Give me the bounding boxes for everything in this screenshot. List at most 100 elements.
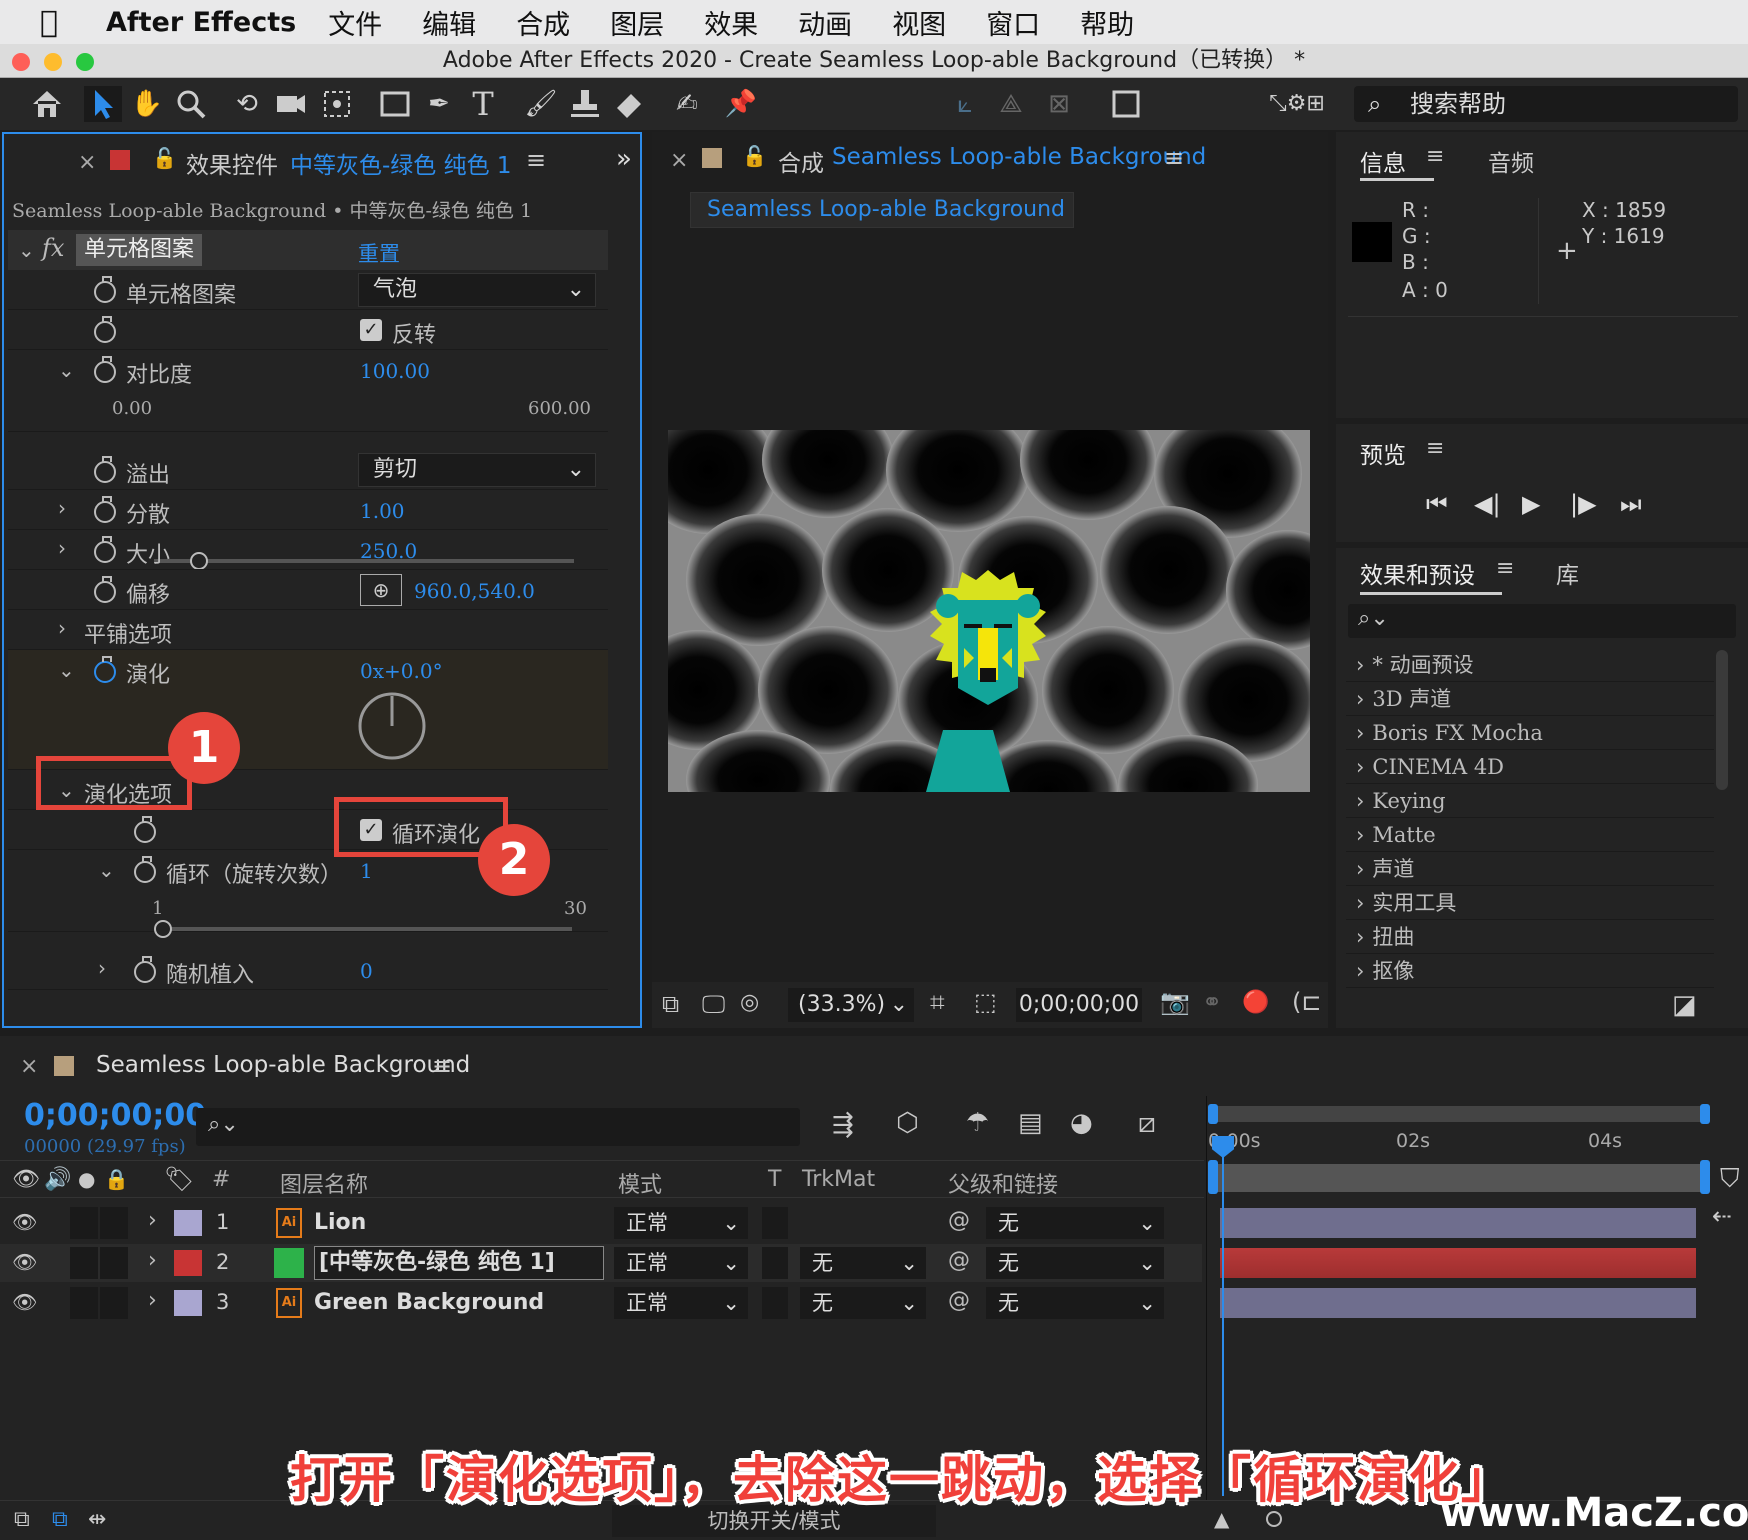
draft-3d-icon[interactable]: ⬡ bbox=[896, 1108, 919, 1138]
twirl-closed-icon[interactable]: › bbox=[1346, 925, 1372, 949]
parent-dropdown[interactable]: 无 ⌄ bbox=[986, 1207, 1164, 1239]
out-point-handle[interactable] bbox=[1700, 1160, 1710, 1194]
twirl-closed-icon[interactable]: › bbox=[1346, 653, 1372, 677]
solo-toggle[interactable] bbox=[70, 1247, 98, 1279]
layer-label-color[interactable] bbox=[174, 1210, 202, 1236]
twirl-closed-icon[interactable]: › bbox=[58, 496, 66, 520]
snapshot-camera-icon[interactable]: 📷 bbox=[1160, 988, 1190, 1016]
twirl-closed-icon[interactable]: › bbox=[1346, 959, 1372, 983]
expand-panels-icon[interactable]: » bbox=[616, 144, 632, 174]
layer-search-input[interactable]: ⌕⌄ bbox=[196, 1108, 800, 1146]
menu-layer[interactable]: 图层 bbox=[610, 3, 664, 42]
workspace-icon[interactable]: ⤡⚙⊞ bbox=[1262, 86, 1332, 122]
pattern-dropdown[interactable]: 气泡 ⌄ bbox=[358, 273, 596, 307]
menu-effect[interactable]: 效果 bbox=[704, 3, 758, 42]
work-area-bar[interactable] bbox=[1212, 1106, 1710, 1122]
composition-tab[interactable]: 合成 bbox=[778, 144, 824, 178]
audio-tab[interactable]: 音频 bbox=[1488, 144, 1534, 178]
layer-switches-icon[interactable]: ⧉ bbox=[14, 1507, 30, 1532]
layer-row[interactable]: 👁 › 1 Ai Lion 正常 ⌄ @ 无 ⌄ bbox=[0, 1204, 1202, 1242]
twirl-closed-icon[interactable]: › bbox=[1346, 891, 1372, 915]
stopwatch-icon[interactable] bbox=[94, 576, 116, 603]
eye-visibility-icon[interactable]: 👁 bbox=[12, 1290, 37, 1314]
lock-icon[interactable]: 🔓 bbox=[742, 144, 767, 168]
offset-value[interactable]: 960.0,540.0 bbox=[414, 579, 535, 603]
work-area-track[interactable] bbox=[1212, 1164, 1706, 1192]
pick-whip-icon[interactable]: @ bbox=[948, 1248, 970, 1273]
mask-visibility-icon[interactable]: ◎ bbox=[740, 990, 759, 1015]
library-tab[interactable]: 库 bbox=[1556, 556, 1579, 590]
twirl-closed-icon[interactable]: › bbox=[148, 1288, 157, 1313]
next-frame-icon[interactable]: |▶︎ bbox=[1570, 490, 1597, 518]
menu-help[interactable]: 帮助 bbox=[1080, 3, 1134, 42]
playhead-handle[interactable] bbox=[1212, 1136, 1234, 1158]
effects-category-item[interactable]: › 扭曲 bbox=[1346, 920, 1714, 954]
blend-mode-dropdown[interactable]: 正常 ⌄ bbox=[614, 1287, 748, 1319]
lock-icon[interactable]: 🔓 bbox=[152, 146, 177, 170]
eye-visibility-icon[interactable]: 👁 bbox=[12, 1250, 37, 1274]
cycle-slider-track[interactable] bbox=[162, 927, 572, 931]
parent-dropdown[interactable]: 无 ⌄ bbox=[986, 1247, 1164, 1279]
work-area-start-handle[interactable] bbox=[1208, 1104, 1218, 1124]
play-icon[interactable]: ▶︎ bbox=[1522, 490, 1540, 518]
help-search-input[interactable]: ⌕ 搜索帮助 bbox=[1354, 86, 1738, 122]
layer-name[interactable]: Lion bbox=[314, 1210, 366, 1235]
parent-dropdown[interactable]: 无 ⌄ bbox=[986, 1287, 1164, 1319]
cycle-value[interactable]: 1 bbox=[360, 859, 373, 883]
pen-tool-icon[interactable]: ✒ bbox=[420, 86, 458, 122]
layer-duration-bar[interactable] bbox=[1220, 1248, 1696, 1278]
effects-presets-tab[interactable]: 效果和预设 bbox=[1360, 556, 1475, 590]
panel-menu-icon[interactable]: ≡ bbox=[1496, 556, 1514, 581]
timeline-zoom-slider[interactable] bbox=[1266, 1511, 1282, 1527]
layer-name[interactable]: [中等灰色-绿色 纯色 1] bbox=[314, 1246, 604, 1280]
size-value[interactable]: 250.0 bbox=[360, 539, 417, 563]
rectangle-tool-icon[interactable] bbox=[376, 86, 414, 122]
effects-category-item[interactable]: › 抠像 bbox=[1346, 954, 1714, 988]
pan-behind-tool-icon[interactable] bbox=[318, 86, 356, 122]
comp-mini-flowchart-icon[interactable]: ⇶ bbox=[832, 1110, 854, 1140]
zoom-dropdown[interactable]: (33.3%) ⌄ bbox=[788, 988, 914, 1022]
previous-frame-icon[interactable]: ◀︎| bbox=[1474, 490, 1501, 518]
stopwatch-icon[interactable] bbox=[94, 656, 116, 683]
twirl-closed-icon[interactable]: › bbox=[1346, 789, 1372, 813]
menu-animation[interactable]: 动画 bbox=[798, 3, 852, 42]
eye-visibility-icon[interactable]: 👁 bbox=[12, 1210, 37, 1234]
view-axis-icon[interactable]: ⊠ bbox=[1040, 86, 1078, 122]
layer-duration-bar[interactable] bbox=[1220, 1208, 1696, 1238]
collapse-twirl-icon[interactable]: ⌄ bbox=[18, 238, 35, 262]
overflow-dropdown[interactable]: 剪切 ⌄ bbox=[358, 453, 596, 487]
blend-mode-dropdown[interactable]: 正常 ⌄ bbox=[614, 1207, 748, 1239]
comp-breadcrumb[interactable]: Seamless Loop-able Background bbox=[690, 192, 1074, 228]
close-window-button[interactable] bbox=[12, 53, 30, 71]
show-snapshot-icon[interactable]: ⚭ bbox=[1202, 988, 1222, 1016]
panel-menu-icon[interactable]: ≡ bbox=[526, 146, 546, 174]
menu-window[interactable]: 窗口 bbox=[986, 3, 1040, 42]
stopwatch-icon[interactable] bbox=[94, 316, 116, 343]
twirl-closed-icon[interactable]: › bbox=[1346, 823, 1372, 847]
preserve-transparency-toggle[interactable] bbox=[762, 1287, 788, 1319]
effects-category-item[interactable]: › CINEMA 4D bbox=[1346, 750, 1714, 784]
home-icon[interactable] bbox=[28, 86, 66, 122]
crosshair-point-icon[interactable]: ⊕ bbox=[360, 574, 402, 606]
cycle-slider-knob[interactable] bbox=[154, 920, 172, 938]
effects-category-item[interactable]: › 实用工具 bbox=[1346, 886, 1714, 920]
info-tab[interactable]: 信息 bbox=[1360, 144, 1406, 178]
transfer-controls-icon[interactable]: ⧉ bbox=[52, 1507, 68, 1532]
menu-file[interactable]: 文件 bbox=[328, 3, 382, 42]
layer-label-color[interactable] bbox=[174, 1250, 202, 1276]
random-seed-value[interactable]: 0 bbox=[360, 959, 373, 983]
twirl-open-icon[interactable]: ⌄ bbox=[58, 658, 75, 682]
in-out-icon[interactable]: ⇹ bbox=[88, 1507, 106, 1532]
layer-name[interactable]: Green Background bbox=[314, 1290, 544, 1315]
minimize-window-button[interactable] bbox=[44, 53, 62, 71]
effects-category-item[interactable]: › Matte bbox=[1346, 818, 1714, 852]
close-panel-icon[interactable]: × bbox=[78, 150, 96, 175]
twirl-closed-icon[interactable]: › bbox=[98, 956, 106, 980]
effects-category-item[interactable]: › Boris FX Mocha bbox=[1346, 716, 1714, 750]
in-point-handle[interactable] bbox=[1208, 1160, 1218, 1194]
twirl-closed-icon[interactable]: › bbox=[148, 1248, 157, 1273]
zoom-window-button[interactable] bbox=[76, 53, 94, 71]
local-axis-icon[interactable]: ⟀ bbox=[946, 86, 984, 122]
shy-layers-icon[interactable]: ☂ bbox=[966, 1108, 989, 1138]
rotate-tool-icon[interactable]: ⟲ bbox=[228, 86, 266, 122]
